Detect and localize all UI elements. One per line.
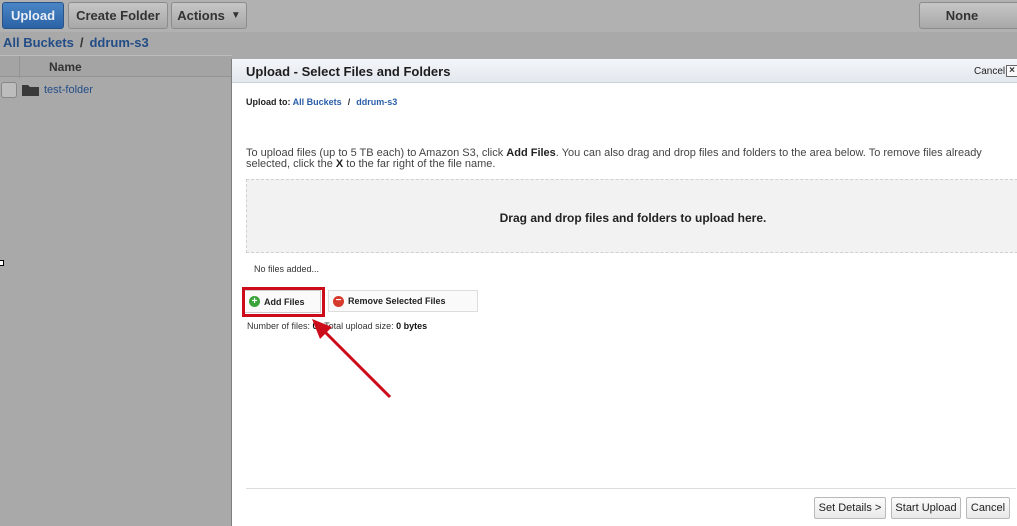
- upload-to-separator: /: [347, 97, 351, 107]
- upload-button[interactable]: Upload: [2, 2, 64, 29]
- column-name-header[interactable]: Name: [49, 60, 82, 74]
- remove-selected-files-label: Remove Selected Files: [348, 296, 446, 306]
- annotation-arrow-icon: [312, 319, 392, 399]
- table-row[interactable]: test-folder: [0, 80, 232, 100]
- actions-dropdown-button[interactable]: Actions ▼: [171, 2, 247, 29]
- file-list-header: Name: [0, 55, 232, 78]
- start-upload-label: Start Upload: [895, 502, 957, 514]
- create-folder-label: Create Folder: [76, 8, 160, 23]
- chevron-down-icon: ▼: [230, 10, 241, 21]
- none-button-segment[interactable]: [1004, 2, 1017, 29]
- dialog-cancel-link[interactable]: Cancel: [974, 66, 1005, 77]
- drop-zone[interactable]: Drag and drop files and folders to uploa…: [246, 179, 1017, 253]
- folder-name[interactable]: test-folder: [44, 84, 93, 96]
- set-details-button[interactable]: Set Details >: [814, 497, 886, 519]
- breadcrumb-separator: /: [79, 35, 84, 50]
- row-checkbox[interactable]: [1, 82, 17, 98]
- number-of-files-label: Number of files:: [247, 321, 311, 331]
- none-button[interactable]: None: [919, 2, 1005, 29]
- create-folder-button[interactable]: Create Folder: [68, 2, 168, 29]
- folder-icon: [22, 85, 39, 96]
- dialog-title-bar: Upload - Select Files and Folders Cancel…: [232, 59, 1017, 83]
- drop-zone-text: Drag and drop files and folders to uploa…: [499, 211, 767, 225]
- upload-to-bucket-link[interactable]: ddrum-s3: [356, 97, 397, 107]
- cancel-button[interactable]: Cancel: [966, 497, 1010, 519]
- upload-destination: Upload to: All Buckets / ddrum-s3: [246, 97, 397, 107]
- resize-handle[interactable]: [0, 260, 4, 266]
- breadcrumb: All Buckets / ddrum-s3: [3, 35, 149, 50]
- header-divider: [19, 56, 20, 78]
- actions-label: Actions: [177, 8, 225, 23]
- instructions-text-3: to the far right of the file name.: [343, 158, 496, 170]
- breadcrumb-all-buckets[interactable]: All Buckets: [3, 35, 74, 50]
- instructions-bold-add-files: Add Files: [506, 147, 556, 159]
- no-files-message: No files added...: [254, 264, 320, 274]
- remove-circle-icon: −: [333, 295, 344, 307]
- dialog-title: Upload - Select Files and Folders: [246, 64, 451, 79]
- upload-instructions: To upload files (up to 5 TB each) to Ama…: [246, 148, 1016, 170]
- breadcrumb-bucket[interactable]: ddrum-s3: [89, 35, 148, 50]
- close-icon[interactable]: ×: [1006, 65, 1017, 77]
- footer-divider: [246, 488, 1016, 489]
- upload-to-label: Upload to:: [246, 97, 291, 107]
- none-label: None: [945, 8, 979, 23]
- toolbar: Upload Create Folder Actions ▼ None: [0, 0, 1017, 32]
- cancel-label: Cancel: [970, 502, 1006, 514]
- upload-dialog: Upload - Select Files and Folders Cancel…: [231, 59, 1017, 526]
- upload-to-all-buckets-link[interactable]: All Buckets: [293, 97, 342, 107]
- set-details-label: Set Details >: [818, 502, 882, 514]
- upload-button-label: Upload: [10, 8, 56, 23]
- start-upload-button[interactable]: Start Upload: [891, 497, 961, 519]
